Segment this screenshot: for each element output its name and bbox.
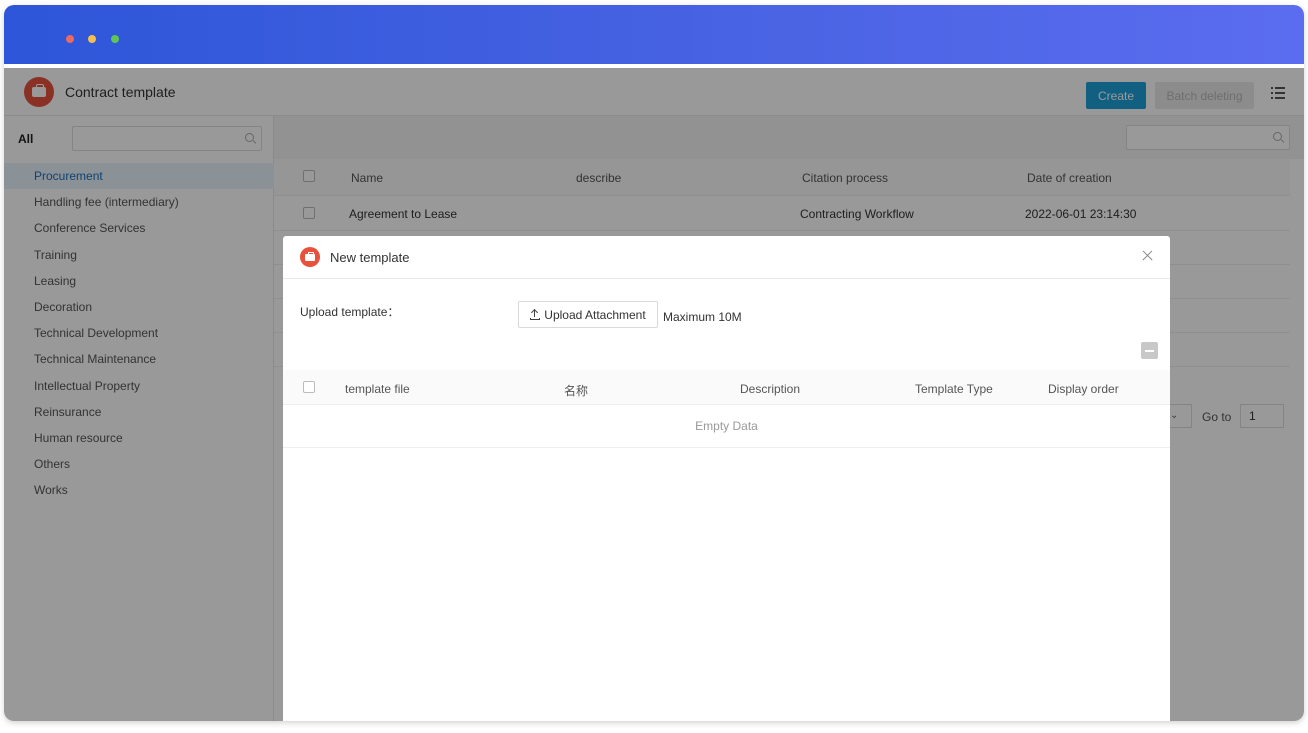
column-header-name: 名称	[564, 384, 589, 398]
column-header-description: Description	[740, 382, 801, 396]
remove-row-button[interactable]	[1141, 342, 1158, 359]
maximize-window-button[interactable]	[111, 35, 119, 43]
window-titlebar	[4, 5, 1304, 64]
dialog-title: New template	[330, 250, 410, 265]
new-template-dialog: New template Upload template： Upload Att…	[283, 236, 1170, 721]
minimize-window-button[interactable]	[88, 35, 96, 43]
column-header-display-order: Display order	[1048, 382, 1119, 396]
upload-icon	[530, 309, 541, 320]
select-all-attachments-checkbox[interactable]	[303, 381, 315, 393]
attachment-table-header: template file 名称 Description Template Ty…	[283, 370, 1170, 405]
dialog-logo-icon	[300, 247, 320, 267]
upload-template-label: Upload template：	[300, 305, 400, 319]
column-header-template-type: Template Type	[915, 382, 993, 396]
max-size-hint: Maximum 10M	[663, 310, 742, 324]
browser-window: Contract template Create Batch deleting …	[4, 5, 1304, 721]
dialog-header: New template	[283, 236, 1170, 279]
upload-attachment-button[interactable]: Upload Attachment	[518, 301, 658, 328]
close-icon[interactable]	[1141, 249, 1155, 263]
upload-button-label: Upload Attachment	[544, 307, 646, 322]
empty-data-placeholder: Empty Data	[283, 405, 1170, 448]
app-root: Contract template Create Batch deleting …	[4, 68, 1304, 721]
column-header-template-file: template file	[345, 382, 410, 396]
close-window-button[interactable]	[66, 35, 74, 43]
